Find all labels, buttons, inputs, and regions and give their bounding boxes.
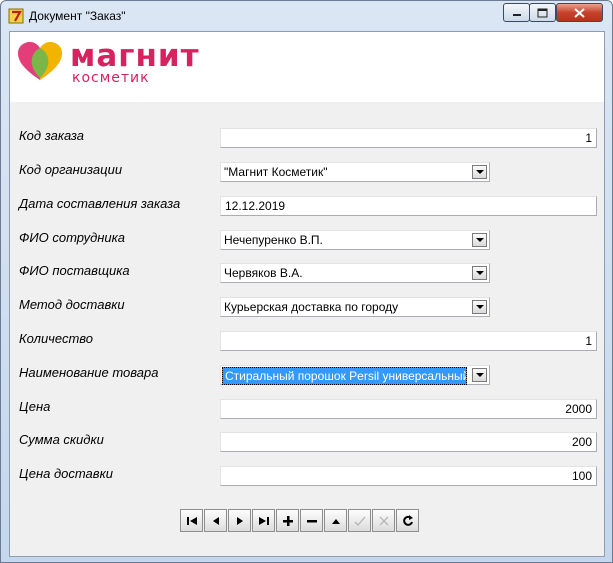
maximize-icon [537,8,548,17]
db-navigator [180,509,420,532]
discount-label: Сумма скидки [19,432,104,447]
dropdown-arrow-icon[interactable] [472,300,487,314]
post-record-button[interactable] [348,509,371,532]
date-field[interactable]: 12.12.2019 [220,196,597,216]
organization-value: "Магнит Косметик" [224,165,328,179]
form-area: магнит косметик Код заказа 1 Код организ… [9,31,605,557]
product-value: Стиральный порошок Persil универсальный … [222,367,467,385]
app-icon [8,8,24,24]
title-bar[interactable]: Документ "Заказ" [1,1,612,31]
discount-field[interactable]: 200 [220,432,597,452]
last-icon [258,516,269,525]
delete-record-button[interactable] [300,509,323,532]
prior-icon [212,516,219,525]
employee-label: ФИО сотрудника [19,230,126,245]
delivery-method-value: Курьерская доставка по городу [224,300,399,314]
first-record-button[interactable] [180,509,203,532]
edit-record-button[interactable] [324,509,347,532]
delete-icon [306,519,317,522]
delivery-price-field[interactable]: 100 [220,466,597,486]
cancel-record-button[interactable] [372,509,395,532]
dropdown-arrow-icon[interactable] [472,233,487,247]
first-icon [186,516,197,525]
organization-label: Код организации [19,162,123,177]
delivery-method-label: Метод доставки [19,297,125,312]
logo-subtitle: косметик [72,70,150,86]
organization-combo[interactable]: "Магнит Косметик" [220,162,490,182]
edit-icon [331,518,340,524]
delivery-method-combo[interactable]: Курьерская доставка по городу [220,297,490,317]
prior-record-button[interactable] [204,509,227,532]
supplier-label: ФИО поставщика [19,263,130,278]
dropdown-arrow-icon[interactable] [472,368,487,382]
logo-heart-icon [18,42,62,80]
minimize-icon [512,13,521,16]
date-label: Дата составления заказа [19,196,181,211]
product-label: Наименование товара [19,365,159,380]
window-title: Документ "Заказ" [29,9,126,23]
dropdown-arrow-icon[interactable] [472,266,487,280]
price-field[interactable]: 2000 [220,399,597,419]
insert-icon [282,515,293,526]
close-button[interactable] [556,3,603,22]
refresh-icon [402,514,413,526]
post-icon [354,516,365,526]
next-record-button[interactable] [228,509,251,532]
insert-record-button[interactable] [276,509,299,532]
window: Документ "Заказ" магнит косметик Код зак… [0,0,613,563]
product-combo[interactable]: Стиральный порошок Persil универсальный … [220,365,490,385]
close-icon [574,7,585,18]
minimize-button[interactable] [503,3,530,22]
logo-banner: магнит косметик [10,32,604,102]
delivery-price-label: Цена доставки [19,466,113,481]
next-icon [236,516,243,525]
employee-value: Нечепуренко В.П. [224,233,323,247]
refresh-button[interactable] [396,509,419,532]
price-label: Цена [19,399,51,414]
last-record-button[interactable] [252,509,275,532]
supplier-value: Червяков В.А. [224,266,303,280]
dropdown-arrow-icon[interactable] [472,165,487,179]
logo-wordmark: магнит [70,38,200,74]
quantity-field[interactable]: 1 [220,331,597,351]
quantity-label: Количество [19,331,94,346]
maximize-button[interactable] [529,3,556,22]
order-code-label: Код заказа [19,128,85,143]
cancel-icon [379,516,388,525]
employee-combo[interactable]: Нечепуренко В.П. [220,230,490,250]
supplier-combo[interactable]: Червяков В.А. [220,263,490,283]
order-code-field[interactable]: 1 [220,128,597,148]
